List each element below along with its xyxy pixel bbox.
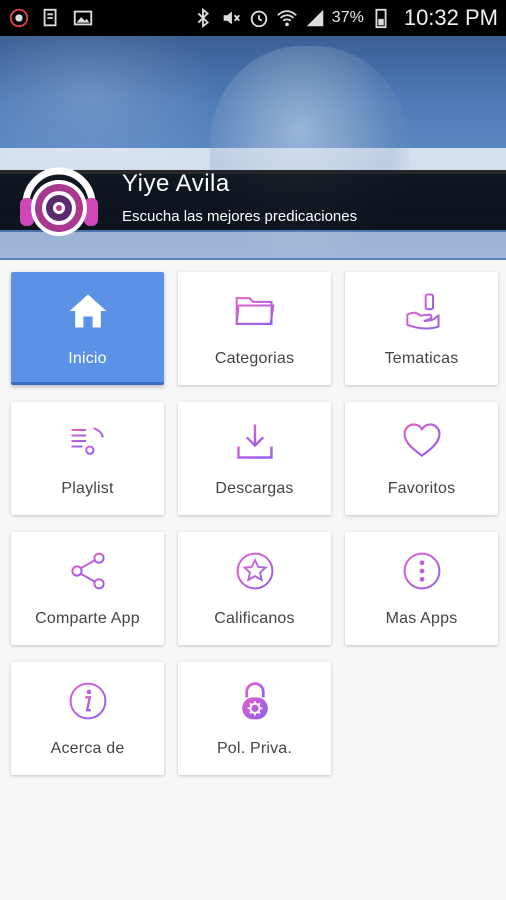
app-title: Yiye Avila bbox=[122, 170, 230, 197]
app-notification-icon bbox=[8, 7, 30, 29]
bluetooth-icon bbox=[192, 7, 214, 29]
menu-label: Playlist bbox=[61, 480, 114, 497]
menu-label: Acerca de bbox=[50, 740, 125, 757]
playlist-icon bbox=[65, 418, 111, 464]
tag-hand-icon bbox=[399, 288, 445, 334]
wifi-icon bbox=[276, 7, 298, 29]
menu-tile-playlist[interactable]: Playlist bbox=[11, 402, 164, 515]
heart-icon bbox=[399, 418, 445, 464]
mute-icon bbox=[220, 7, 242, 29]
privacy-lock-icon bbox=[232, 678, 278, 724]
status-bar: 37% 10:32 PM bbox=[0, 0, 506, 36]
signal-icon bbox=[304, 7, 326, 29]
document-icon bbox=[40, 7, 62, 29]
menu-label: Comparte App bbox=[35, 610, 140, 627]
menu-label: Mas Apps bbox=[385, 610, 458, 627]
menu-label: Pol. Priva. bbox=[216, 740, 293, 757]
menu-tile-privacidad[interactable]: Pol. Priva. bbox=[178, 662, 331, 775]
battery-percent: 37% bbox=[331, 9, 364, 26]
menu-label: Favoritos bbox=[387, 480, 456, 497]
star-rating-icon bbox=[232, 548, 278, 594]
image-icon bbox=[72, 7, 94, 29]
clock: 10:32 PM bbox=[403, 5, 498, 30]
menu-tile-categorias[interactable]: Categorias bbox=[178, 272, 331, 385]
battery-icon bbox=[370, 7, 392, 29]
download-icon bbox=[232, 418, 278, 464]
menu-tile-mas-apps[interactable]: Mas Apps bbox=[345, 532, 498, 645]
menu-tile-inicio[interactable]: Inicio bbox=[11, 272, 164, 385]
menu-label: Tematicas bbox=[384, 350, 459, 367]
menu-tile-comparte-app[interactable]: Comparte App bbox=[11, 532, 164, 645]
header-banner: Yiye Avila Escucha las mejores predicaci… bbox=[0, 36, 506, 260]
alarm-icon bbox=[248, 7, 270, 29]
headphones-logo-icon bbox=[20, 167, 98, 236]
menu-label: Inicio bbox=[68, 350, 107, 367]
menu-tile-favoritos[interactable]: Favoritos bbox=[345, 402, 498, 515]
menu-tile-tematicas[interactable]: Tematicas bbox=[345, 272, 498, 385]
menu-label: Categorias bbox=[214, 350, 295, 367]
more-vertical-icon bbox=[399, 548, 445, 594]
menu-tile-calificanos[interactable]: Calificanos bbox=[178, 532, 331, 645]
menu-tile-acerca-de[interactable]: Acerca de bbox=[11, 662, 164, 775]
share-icon bbox=[65, 548, 111, 594]
menu-tile-descargas[interactable]: Descargas bbox=[178, 402, 331, 515]
home-icon bbox=[65, 288, 111, 334]
menu-label: Descargas bbox=[215, 480, 294, 497]
menu-grid: Inicio Categorias Tematicas Playlist Des… bbox=[11, 272, 498, 775]
app-subtitle: Escucha las mejores predicaciones bbox=[122, 208, 358, 225]
menu-label: Calificanos bbox=[214, 610, 295, 627]
info-icon bbox=[65, 678, 111, 724]
folder-icon bbox=[232, 288, 278, 334]
